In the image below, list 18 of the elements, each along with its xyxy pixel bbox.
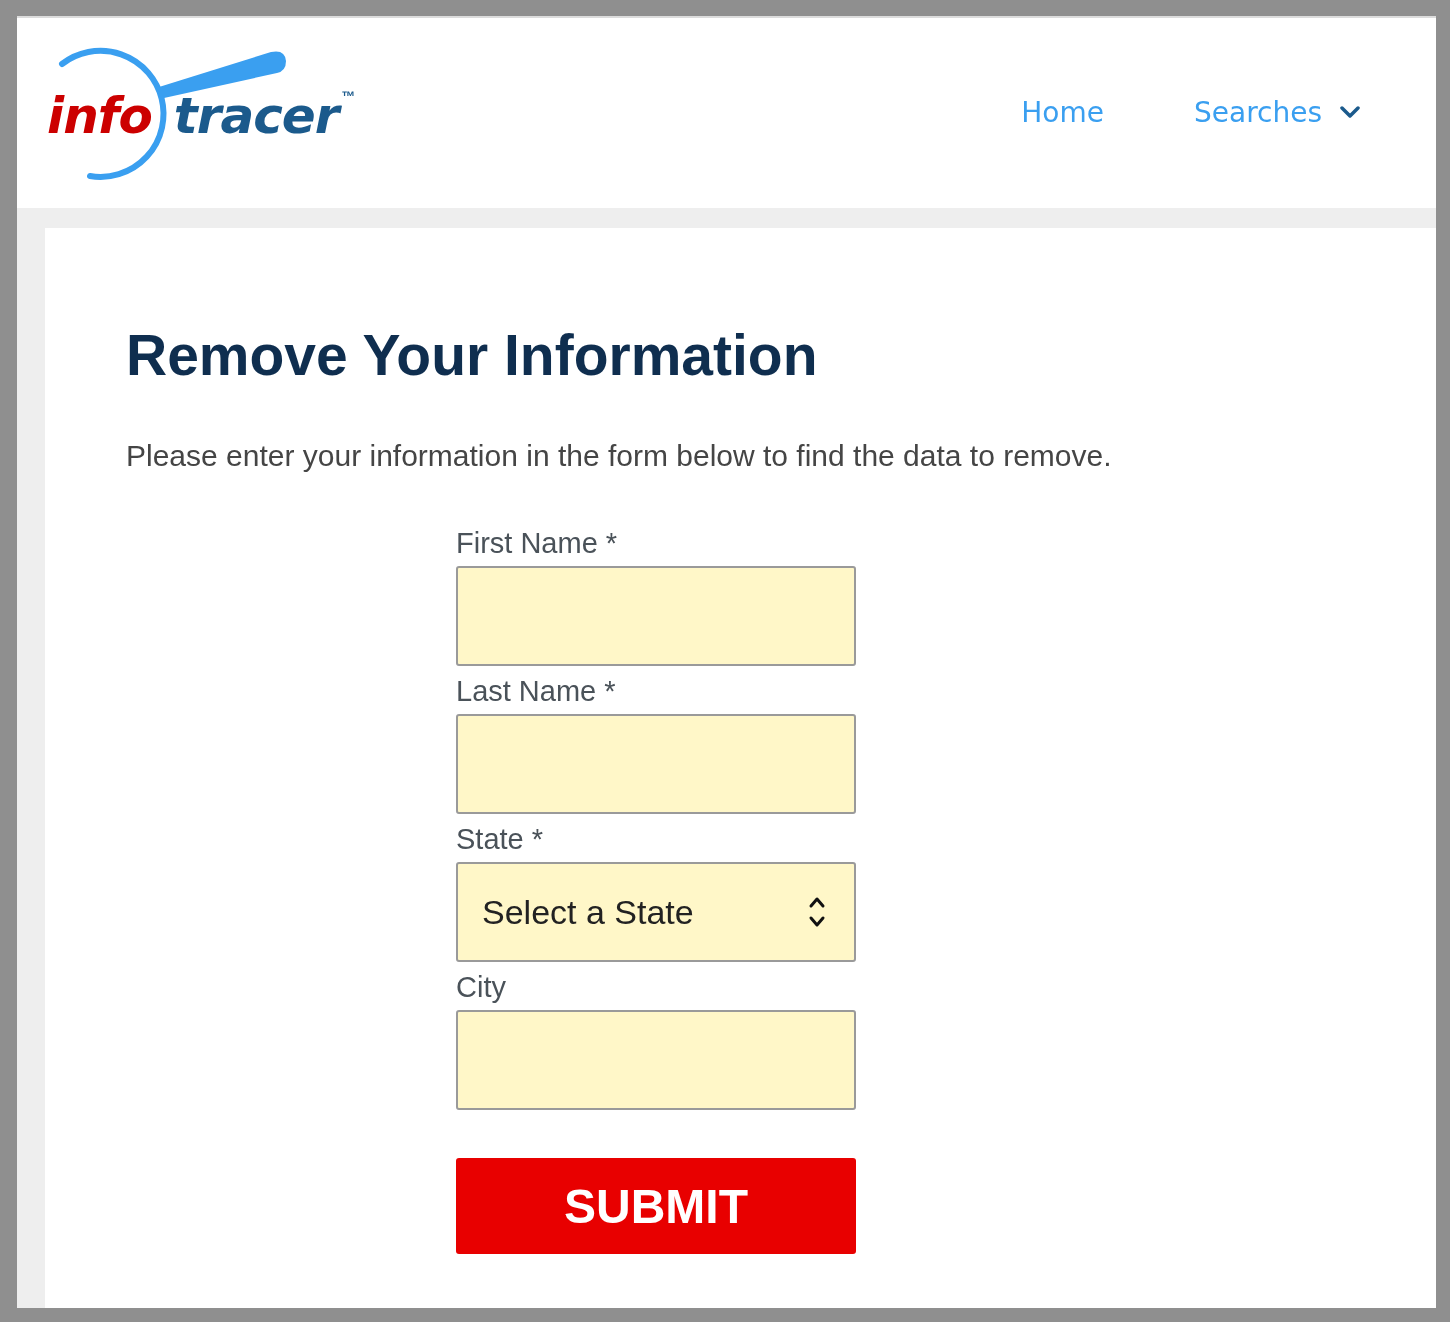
up-down-chevron-icon <box>808 895 826 929</box>
submit-button[interactable]: SUBMIT <box>456 1158 856 1254</box>
searches-menu[interactable]: Searches <box>1194 96 1360 129</box>
field-label: First Name * <box>456 526 618 560</box>
text-input-field[interactable] <box>456 714 856 814</box>
logo[interactable]: info tracer™ <box>45 40 375 184</box>
logo-text: info <box>47 91 152 141</box>
text-input-field[interactable] <box>456 1010 856 1110</box>
text-input-field[interactable] <box>456 566 856 666</box>
page-title: Remove Your Information <box>126 322 818 389</box>
field-label: State * <box>456 822 544 856</box>
field-label: Last Name * <box>456 674 616 708</box>
nav-link[interactable]: Home <box>1021 96 1104 129</box>
state-select[interactable]: Select a State <box>456 862 856 962</box>
field-label: City <box>456 970 506 1004</box>
trademark-mark: ™ <box>341 88 356 104</box>
intro-text: Please enter your information in the form below to find the data to remove. <box>126 438 1112 474</box>
chevron-down-icon <box>1340 106 1360 119</box>
